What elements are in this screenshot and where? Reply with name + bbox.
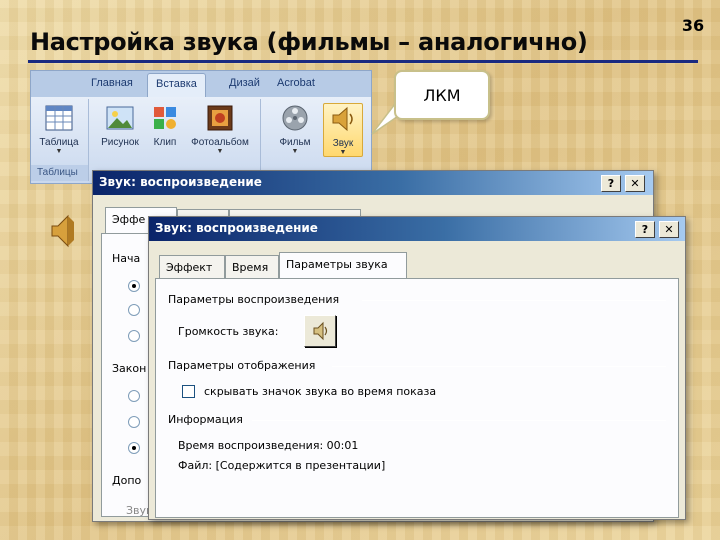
- ribbon-tab-bar: Главная Вставка Дизай Acrobat: [31, 71, 371, 99]
- movie-button[interactable]: Фильм ▼: [271, 103, 319, 155]
- tab-sound-settings[interactable]: Параметры звука: [279, 252, 407, 279]
- front-dialog-title: Звук: воспроизведение: [155, 221, 318, 235]
- movie-button-label: Фильм: [279, 137, 311, 148]
- tab-effect[interactable]: Эффект: [159, 255, 225, 279]
- sound-button[interactable]: Звук ▼: [323, 103, 363, 157]
- ribbon-group-illustrations: Рисунок Клип Фотоальбом ▼: [91, 99, 261, 181]
- start-label: Нача: [112, 252, 141, 265]
- ribbon-group-tables: Таблица ▼ Таблицы: [31, 99, 89, 181]
- extra-label: Допо: [112, 474, 142, 487]
- photo-album-icon: [207, 105, 233, 131]
- section-divider: [362, 300, 666, 301]
- end-label: Закон: [112, 362, 147, 375]
- speaker-icon: [313, 321, 328, 341]
- sound-settings-dialog: Звук: воспроизведение ? ✕ Эффект Время П…: [148, 216, 686, 520]
- chevron-down-icon: ▼: [55, 148, 63, 155]
- ribbon-tab-acrobat[interactable]: Acrobat: [277, 77, 315, 89]
- back-dialog-titlebar: Звук: воспроизведение ? ✕: [93, 171, 653, 195]
- clip-button-label: Клип: [153, 137, 177, 148]
- volume-button[interactable]: [304, 315, 336, 347]
- ribbon-group-label-tables: Таблицы: [31, 165, 88, 181]
- callout-text: ЛКМ: [423, 86, 461, 105]
- help-button[interactable]: ?: [635, 221, 655, 238]
- end-radio-2[interactable]: [128, 416, 140, 428]
- help-button[interactable]: ?: [601, 175, 621, 192]
- clip-button[interactable]: Клип: [147, 103, 183, 148]
- hide-icon-checkbox[interactable]: [182, 385, 195, 398]
- picture-icon: [106, 106, 134, 130]
- ribbon-tab-home[interactable]: Главная: [91, 77, 133, 89]
- close-button[interactable]: ✕: [625, 175, 645, 192]
- section-divider: [332, 366, 666, 367]
- section-divider: [252, 420, 666, 421]
- sound-settings-panel: Параметры воспроизведения Громкость звук…: [155, 278, 679, 518]
- speaker-icon: [332, 106, 353, 132]
- slide-title: Настройка звука (фильмы – аналогично): [30, 28, 588, 56]
- picture-button[interactable]: Рисунок: [95, 103, 145, 148]
- file-value: Файл: [Содержится в презентации]: [178, 459, 386, 472]
- table-icon: [45, 105, 73, 131]
- display-section-label: Параметры отображения: [168, 359, 316, 372]
- end-radio-1[interactable]: [128, 390, 140, 402]
- ribbon-tab-design[interactable]: Дизай: [229, 77, 260, 89]
- hide-icon-label: скрывать значок звука во время показа: [204, 385, 437, 398]
- tab-timing[interactable]: Время: [225, 255, 279, 279]
- chevron-down-icon: ▼: [339, 149, 347, 156]
- info-section-label: Информация: [168, 413, 243, 426]
- photo-album-button[interactable]: Фотоальбом ▼: [185, 103, 255, 155]
- close-button[interactable]: ✕: [659, 221, 679, 238]
- table-button[interactable]: Таблица ▼: [33, 103, 85, 155]
- chevron-down-icon: ▼: [291, 148, 299, 155]
- ribbon: Главная Вставка Дизай Acrobat Таблица ▼ …: [30, 70, 372, 184]
- ribbon-tab-insert[interactable]: Вставка: [147, 73, 206, 99]
- end-radio-3[interactable]: [128, 442, 140, 454]
- start-radio-1[interactable]: [128, 280, 140, 292]
- ribbon-group-media: Фильм ▼ Звук ▼: [263, 99, 371, 181]
- playback-section-label: Параметры воспроизведения: [168, 293, 340, 306]
- playback-time-value: Время воспроизведения: 00:01: [178, 439, 359, 452]
- sound-button-label: Звук: [332, 138, 354, 149]
- front-dialog-titlebar: Звук: воспроизведение ? ✕: [149, 217, 685, 241]
- slide-number: 36: [681, 16, 705, 35]
- picture-button-label: Рисунок: [101, 137, 139, 148]
- title-rule: [28, 60, 698, 63]
- table-button-label: Таблица: [39, 137, 79, 148]
- chevron-down-icon: ▼: [216, 148, 224, 155]
- volume-label: Громкость звука:: [178, 325, 279, 338]
- sound-object-icon[interactable]: [50, 214, 76, 248]
- start-radio-2[interactable]: [128, 304, 140, 316]
- callout-bubble: ЛКМ: [394, 70, 490, 120]
- photo-album-button-label: Фотоальбом: [191, 137, 249, 148]
- back-dialog-title: Звук: воспроизведение: [99, 175, 262, 189]
- film-reel-icon: [282, 105, 308, 131]
- start-radio-3[interactable]: [128, 330, 140, 342]
- clip-art-icon: [154, 107, 176, 129]
